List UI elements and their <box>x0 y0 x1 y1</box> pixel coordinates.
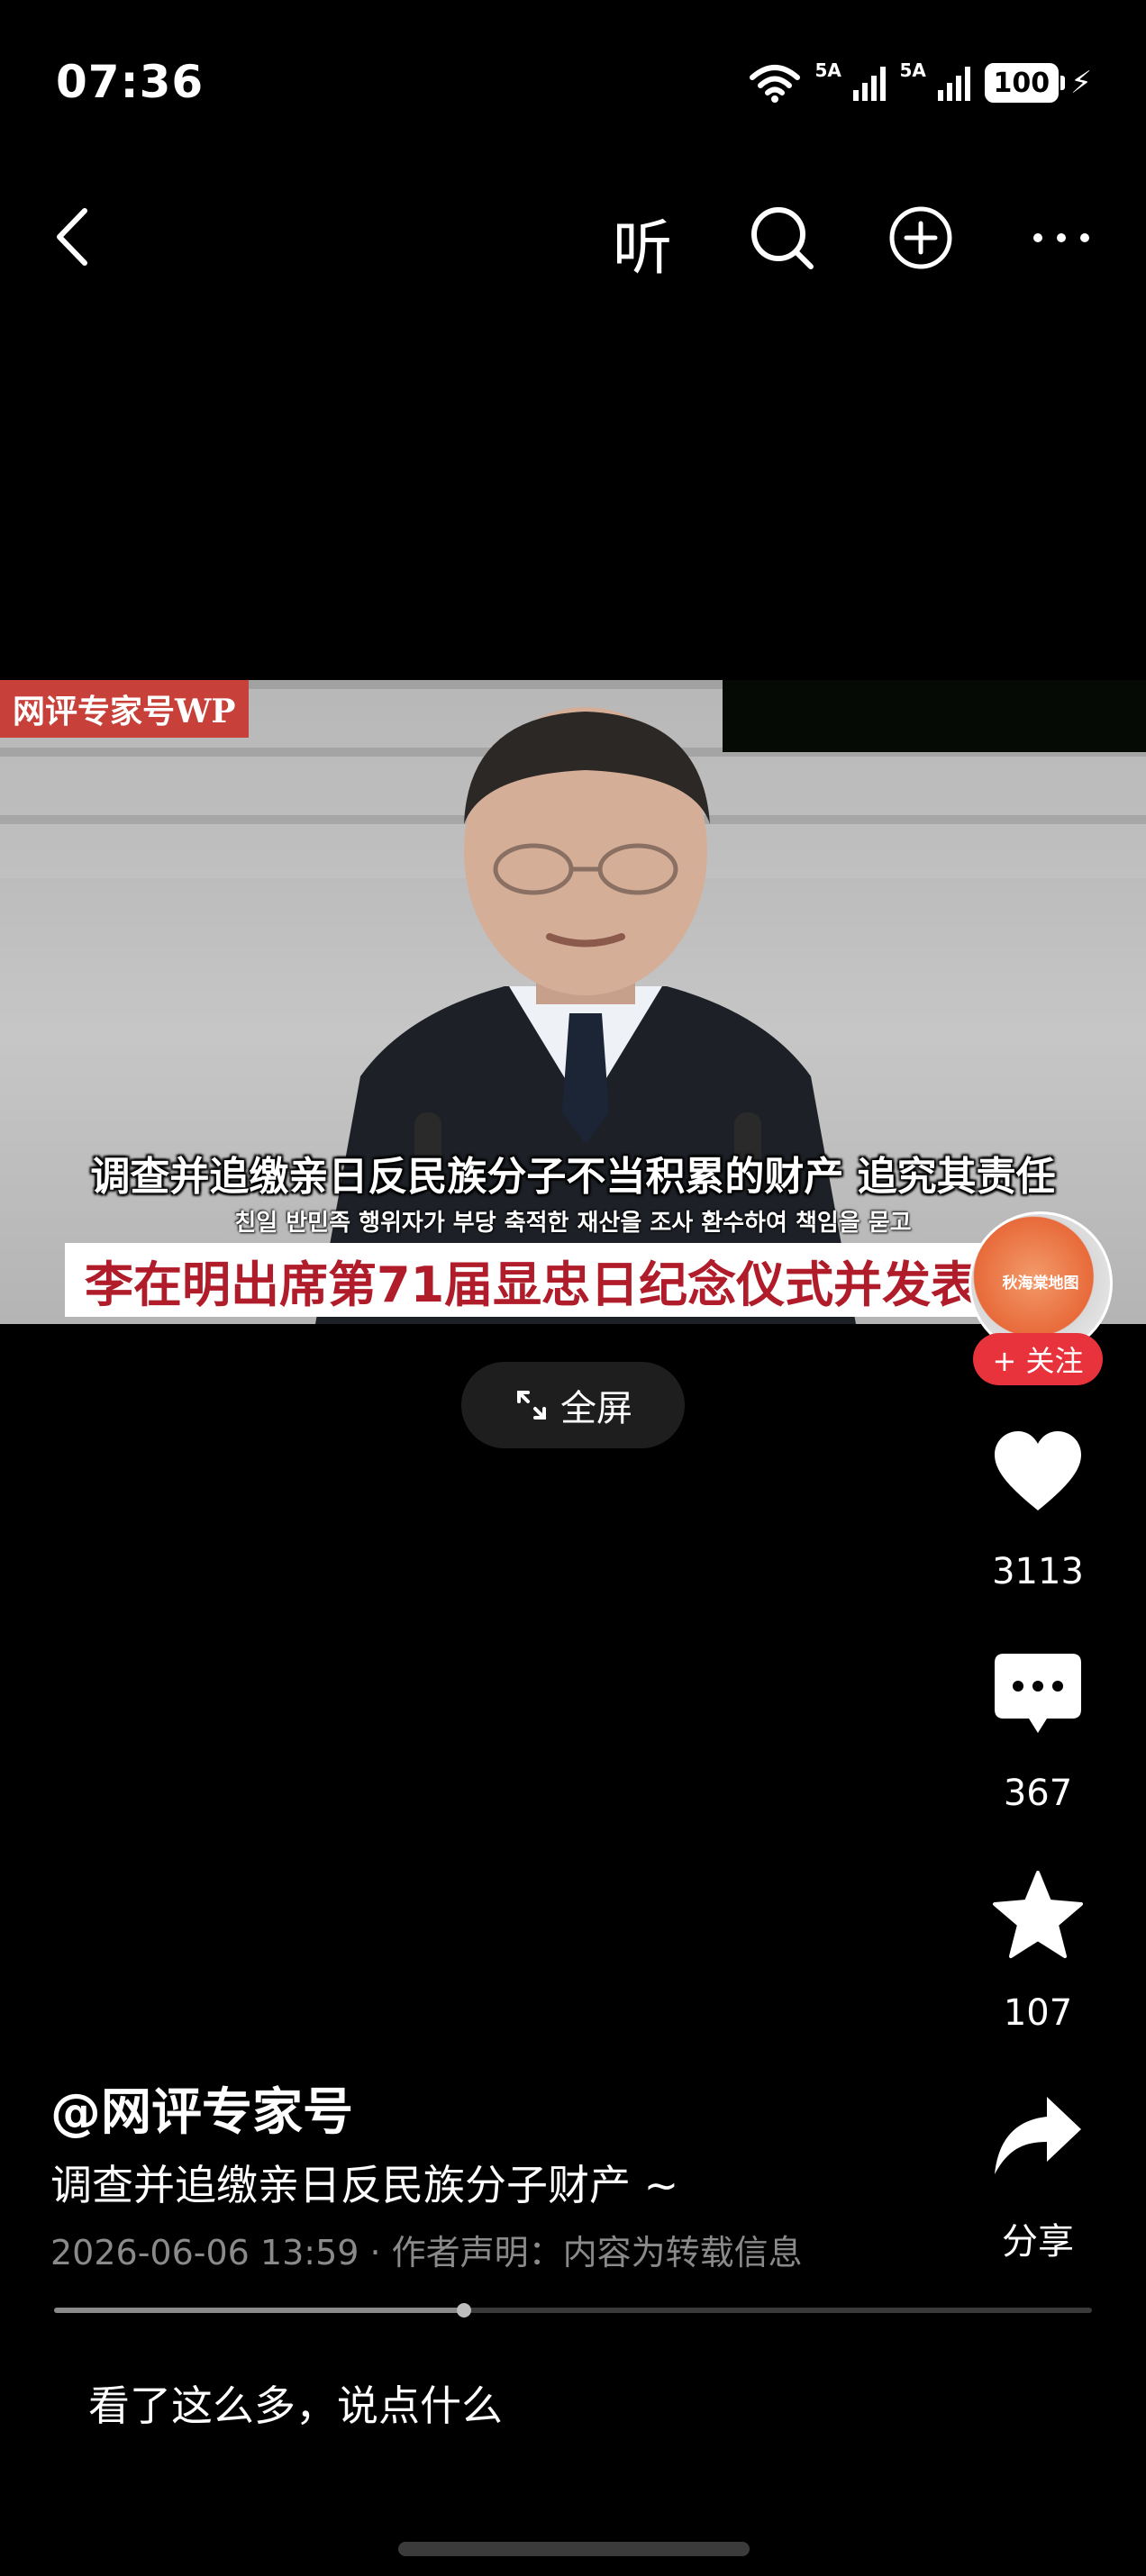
progress-knob[interactable] <box>457 2303 472 2317</box>
video-player[interactable]: 网评专家号WP 调查并追缴亲日反民族分子不当积累的财产 追究其责任 친일 반민족… <box>0 680 1146 1324</box>
status-icons: 5A 5A 100 ⚡ <box>749 59 1092 103</box>
wifi-icon <box>749 65 800 103</box>
add-icon[interactable] <box>885 202 957 274</box>
subtitle-chinese: 调查并追缴亲日反民族分子不当积累的财产 追究其责任 <box>90 1154 1056 1200</box>
search-icon[interactable] <box>746 202 818 274</box>
author-name[interactable]: @网评专家号 <box>50 2072 353 2145</box>
status-bar: 07:36 5A 5A 100 ⚡ <box>0 0 1146 171</box>
share-icon[interactable] <box>991 2090 1085 2183</box>
watermark-badge: 网评专家号WP <box>0 680 249 738</box>
post-description[interactable]: 调查并追缴亲日反民族分子财产 ~ <box>50 2153 678 2212</box>
back-icon[interactable] <box>43 205 106 268</box>
follow-button[interactable]: + 关注 <box>973 1333 1103 1385</box>
progress-fill <box>54 2308 465 2313</box>
listen-button[interactable]: 听 <box>613 200 672 286</box>
home-indicator[interactable] <box>398 2542 750 2556</box>
favorite-count: 107 <box>1003 1992 1073 2034</box>
comment-input[interactable]: 看了这么多，说点什么 <box>88 2373 503 2433</box>
fullscreen-button[interactable]: 全屏 <box>461 1362 685 1448</box>
video-progress-bar[interactable] <box>54 2303 1092 2317</box>
charging-icon: ⚡ <box>1070 65 1092 101</box>
star-icon[interactable] <box>991 1869 1085 1963</box>
battery-icon: 100 ⚡ <box>984 63 1092 103</box>
signal-icon: 5A <box>900 59 970 101</box>
heart-icon[interactable] <box>991 1428 1085 1521</box>
fullscreen-label: 全屏 <box>560 1388 632 1429</box>
signal-icon: 5A <box>815 59 886 101</box>
comment-icon[interactable] <box>991 1648 1085 1742</box>
more-icon[interactable] <box>1025 202 1097 274</box>
expand-icon <box>517 1391 546 1420</box>
share-label[interactable]: 分享 <box>948 2212 1128 2264</box>
video-title-text: 李在明出席第71届显忠日纪念仪式并发表讲话 <box>85 1256 1065 1313</box>
subtitle-korean: 친일 반민족 행위자가 부당 축적한 재산을 조사 환수하여 책임을 묻고 <box>234 1210 912 1237</box>
video-title-banner: 李在明出席第71届显忠日纪念仪式并发表讲话 <box>65 1243 1065 1317</box>
status-time: 07:36 <box>56 56 205 108</box>
avatar-text: 秋海棠地图 <box>1002 1274 1079 1293</box>
post-meta: 2026-06-06 13:59 · 作者声明：内容为转载信息 <box>50 2233 803 2272</box>
top-nav: 听 <box>0 189 1146 288</box>
comment-count: 367 <box>1003 1773 1073 1814</box>
like-count: 3113 <box>992 1551 1084 1592</box>
